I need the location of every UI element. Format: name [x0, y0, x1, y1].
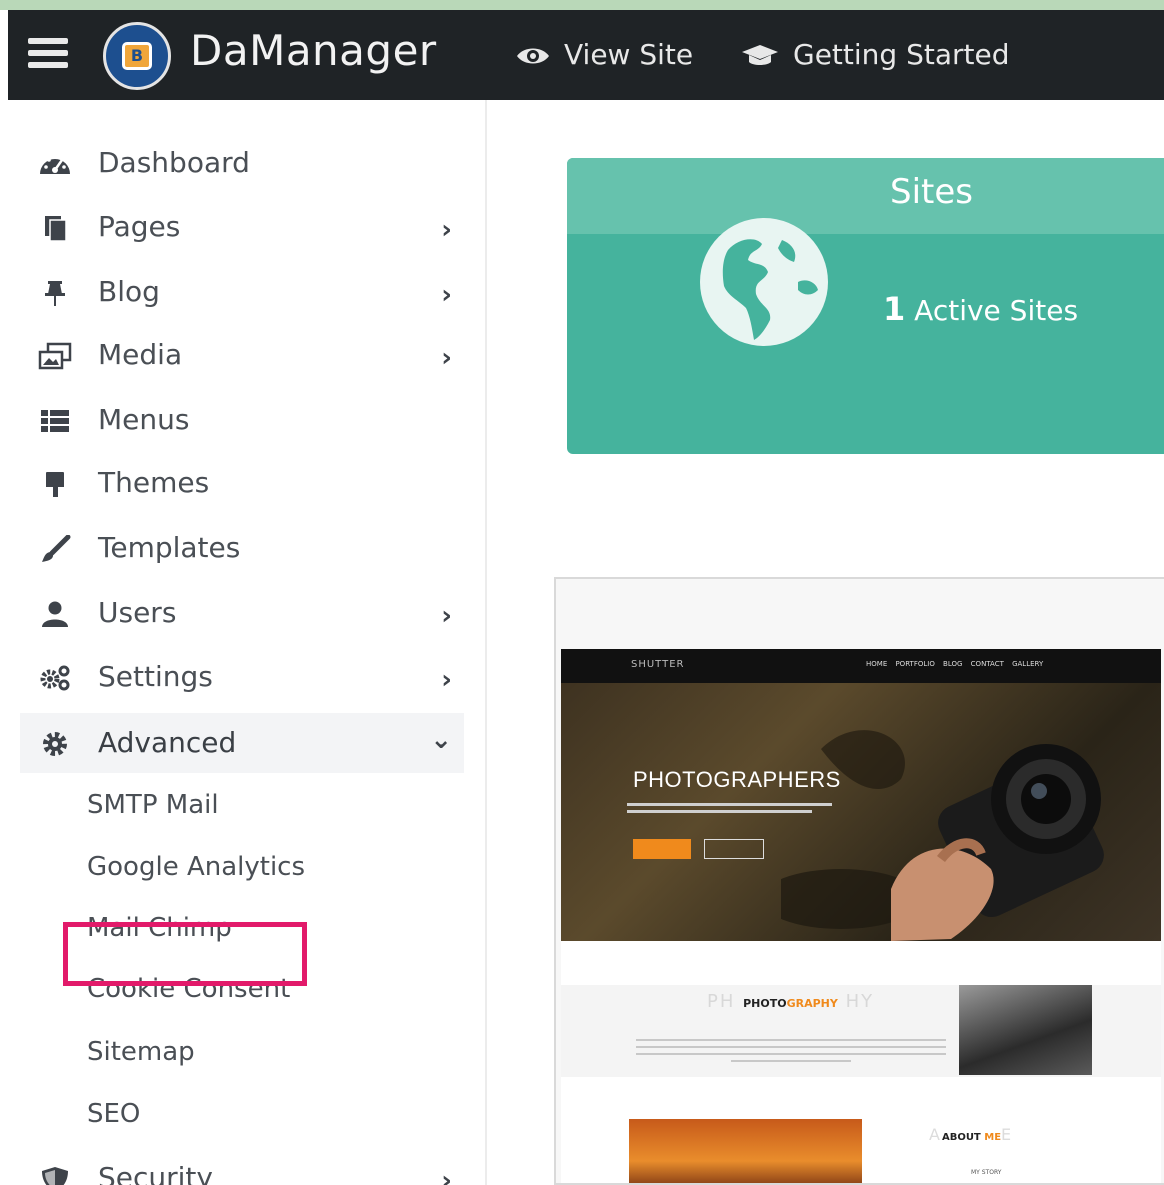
sidebar-item-label: Advanced [98, 726, 237, 759]
sidebar-item-pages[interactable]: Pages › [20, 197, 464, 257]
globe-icon [700, 218, 828, 346]
sidebar-item-label: Themes [98, 466, 210, 499]
list-icon [41, 410, 69, 432]
preview-section-text [636, 1039, 946, 1062]
preview-section-title-left: PH [707, 991, 736, 1012]
sidebar-item-label: Dashboard [98, 146, 250, 179]
pin-icon [45, 281, 65, 306]
brand-logo[interactable]: B [103, 22, 171, 90]
shield-icon [42, 1167, 68, 1185]
preview-section-title-accent: GRAPHY [786, 997, 838, 1010]
getting-started-label: Getting Started [793, 38, 1010, 71]
preview-photography-section: PH PHOTOGRAPHY HY [561, 985, 1161, 1077]
chevron-right-icon: › [441, 665, 452, 695]
sidebar: Dashboard Pages › Blog › Media › Menus T… [8, 100, 487, 1185]
preview-sunset-image [629, 1119, 862, 1183]
preview-section-title-mid: PHOTOGRAPHY [743, 997, 838, 1010]
submenu-item-seo[interactable]: SEO [87, 1099, 140, 1129]
sidebar-item-templates[interactable]: Templates [20, 518, 464, 578]
top-accent-bar [0, 0, 1164, 10]
hamburger-menu-icon[interactable] [28, 38, 68, 72]
sidebar-item-advanced[interactable]: Advanced ⌄ [20, 713, 464, 773]
getting-started-link[interactable]: Getting Started [741, 38, 1009, 71]
sites-card[interactable]: Sites 1 Active Sites [567, 158, 1164, 454]
sidebar-item-label: Users [98, 596, 177, 629]
sidebar-item-security[interactable]: Security › [20, 1148, 464, 1185]
preview-hero: SHUTTER HOME PORTFOLIO BLOG CONTACT GALL… [561, 649, 1161, 941]
preview-hero-text [627, 803, 832, 813]
sidebar-item-menus[interactable]: Menus [20, 390, 464, 450]
graduation-cap-icon [742, 45, 778, 65]
cog-icon [43, 732, 67, 756]
site-preview-screenshot: SHUTTER HOME PORTFOLIO BLOG CONTACT GALL… [561, 649, 1161, 1183]
paint-roller-icon [46, 472, 64, 497]
sidebar-item-label: Settings [98, 660, 213, 693]
preview-brand: SHUTTER [631, 659, 685, 670]
preview-about-title: AABOUT MEE [929, 1125, 1013, 1144]
sites-card-title: Sites [890, 172, 973, 212]
preview-hero-title: PHOTOGRAPHERS [633, 767, 841, 792]
top-navbar: B DaManager View Site Getting Started [8, 10, 1164, 100]
logo-letter: B [122, 42, 152, 70]
preview-photographer-thumbnail [959, 985, 1092, 1075]
chevron-right-icon: › [441, 601, 452, 631]
preview-about-accent: ME [980, 1132, 1002, 1143]
brand-name[interactable]: DaManager [190, 26, 437, 75]
sidebar-item-media[interactable]: Media › [20, 325, 464, 385]
sidebar-item-settings[interactable]: Settings › [20, 647, 464, 707]
dashboard-icon [40, 158, 70, 174]
pages-icon [45, 216, 67, 242]
preview-hero-button-primary [633, 839, 691, 859]
preview-about-subtitle: MY STORY [971, 1169, 1002, 1176]
sites-card-header [567, 158, 1164, 234]
preview-section-title-mid-text: PHOTO [743, 997, 787, 1010]
user-icon [42, 601, 68, 627]
submenu-item-sitemap[interactable]: Sitemap [87, 1037, 195, 1067]
chevron-right-icon: › [441, 215, 452, 245]
preview-about-mid-text: ABOUT [941, 1132, 981, 1143]
sidebar-item-label: Templates [98, 531, 241, 564]
preview-about-right: E [1001, 1125, 1014, 1144]
preview-nav: SHUTTER HOME PORTFOLIO BLOG CONTACT GALL… [561, 649, 1161, 683]
chevron-down-icon: ⌄ [430, 725, 452, 755]
preview-section-title: PH PHOTOGRAPHY HY [707, 991, 874, 1012]
submenu-item-smtp-mail[interactable]: SMTP Mail [87, 790, 219, 820]
view-site-label: View Site [564, 38, 694, 71]
chevron-right-icon: › [441, 280, 452, 310]
preview-about-left: A [929, 1125, 942, 1144]
view-site-link[interactable]: View Site [516, 38, 693, 71]
sidebar-item-label: Blog [98, 275, 160, 308]
preview-about-mid: ABOUT ME [942, 1132, 1001, 1143]
preview-hero-button-secondary [704, 839, 764, 859]
eye-icon [517, 48, 549, 64]
sitemap-highlight-box [63, 922, 307, 986]
sidebar-item-dashboard[interactable]: Dashboard [20, 133, 464, 193]
active-sites-label: Active Sites [914, 294, 1079, 327]
sidebar-item-label: Security [98, 1161, 213, 1185]
sidebar-item-label: Menus [98, 403, 190, 436]
chevron-right-icon: › [441, 1166, 452, 1185]
site-preview-panel[interactable]: SHUTTER HOME PORTFOLIO BLOG CONTACT GALL… [554, 577, 1164, 1185]
camera-image [781, 730, 1104, 941]
sidebar-item-label: Media [98, 338, 183, 371]
sidebar-item-label: Pages [98, 210, 181, 243]
preview-menu: HOME PORTFOLIO BLOG CONTACT GALLERY [866, 660, 1044, 668]
brush-icon [42, 535, 71, 562]
preview-section-title-right: HY [845, 991, 875, 1012]
sidebar-item-users[interactable]: Users › [20, 583, 464, 643]
active-sites-number: 1 [883, 290, 906, 328]
submenu-item-google-analytics[interactable]: Google Analytics [87, 852, 305, 882]
sidebar-item-themes[interactable]: Themes [20, 453, 464, 513]
cogs-icon [40, 665, 70, 691]
media-icon [38, 342, 72, 370]
active-sites-count: 1 Active Sites [883, 290, 1078, 328]
sidebar-item-blog[interactable]: Blog › [20, 262, 464, 322]
chevron-right-icon: › [441, 343, 452, 373]
